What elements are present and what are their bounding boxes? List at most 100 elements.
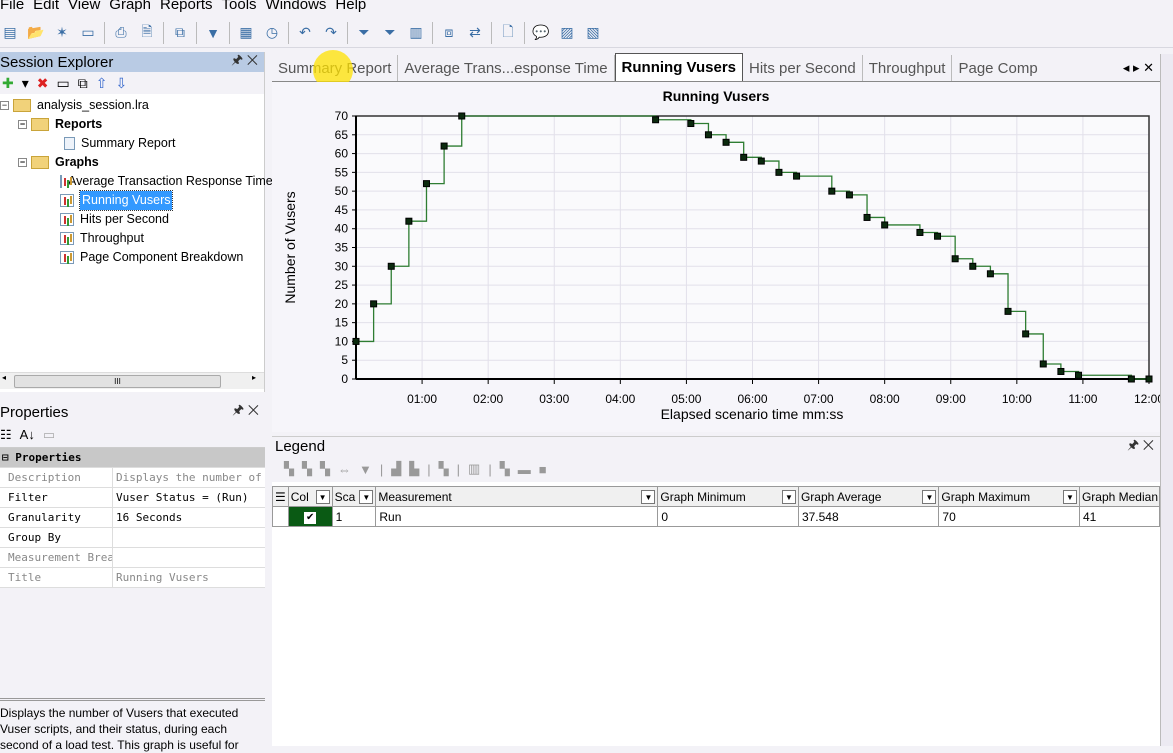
report-doc-icon: [64, 137, 75, 150]
time-icon[interactable]: ◷: [262, 23, 282, 43]
export-icon[interactable]: 🗎: [137, 23, 157, 43]
legend-tool-icon[interactable]: ▚: [439, 461, 449, 477]
chart-icon[interactable]: ▨: [557, 23, 577, 43]
tab-page-component[interactable]: Page Comp: [952, 55, 1043, 81]
property-grid: ⊟ Properties Description Displays the num…: [0, 448, 265, 588]
add-icon[interactable]: ✚: [2, 75, 14, 92]
property-pages-icon[interactable]: ▭: [43, 427, 55, 443]
wizard-icon[interactable]: ✶: [52, 23, 72, 43]
chart-title: Running Vusers: [663, 88, 770, 104]
open-icon[interactable]: 📂: [26, 23, 46, 43]
legend-toolbar: ▚ ▚ ▚ ⇔ ▼ | ▟ ▙ | ▚ | ▥ | ▚ ▬ ■: [272, 456, 1160, 482]
move-down-icon[interactable]: ⇩: [115, 75, 127, 92]
tree-root[interactable]: − analysis_session.lra: [0, 96, 264, 115]
tab-avg-transaction[interactable]: Average Trans...esponse Time: [398, 55, 615, 81]
legend-tool-icon[interactable]: ▚: [302, 461, 312, 477]
col-header-graph-average[interactable]: Graph Average ▼: [797, 486, 940, 507]
tree-reports[interactable]: − Reports: [0, 115, 264, 134]
series-visible-checkbox[interactable]: ✔: [287, 506, 333, 527]
tree-item-running-vusers[interactable]: Running Vusers: [0, 190, 264, 211]
column-chooser-icon[interactable]: ☰: [272, 486, 289, 507]
menu-reports[interactable]: Reports: [160, 0, 222, 14]
y-tick-label: 70: [335, 109, 349, 123]
add-graph-icon[interactable]: ▦: [236, 23, 256, 43]
rename-icon[interactable]: ▭: [57, 75, 70, 92]
report-icon[interactable]: 🗋: [498, 23, 518, 43]
property-row[interactable]: Group By: [0, 528, 265, 548]
data-point: [757, 157, 765, 165]
pin-close-icons[interactable]: 🖈 ✕: [1127, 436, 1160, 458]
copy-icon[interactable]: ⧉: [170, 23, 190, 43]
tree-graphs[interactable]: − Graphs: [0, 153, 264, 172]
new-session-icon[interactable]: ▤: [0, 23, 20, 43]
clear-filter-icon[interactable]: ⏷: [380, 23, 400, 43]
horizontal-scrollbar[interactable]: ◂ III ▸: [0, 372, 264, 389]
pin-close-icons[interactable]: 🖈 ✕: [231, 51, 264, 73]
property-row[interactable]: Filter Vuser Status = (Run): [0, 488, 265, 508]
legend-tool-icon[interactable]: ▚: [500, 461, 510, 477]
chart-settings-icon[interactable]: ▧: [583, 23, 603, 43]
categorized-icon[interactable]: ☷: [0, 427, 12, 443]
menu-file[interactable]: File: [0, 0, 33, 14]
undo-icon[interactable]: ↶: [295, 23, 315, 43]
col-header-color[interactable]: Col ▼: [287, 486, 333, 507]
tab-scroll-close[interactable]: ◂ ▸ ✕: [1117, 60, 1160, 81]
menu-edit[interactable]: Edit: [33, 0, 68, 14]
tree-item-throughput[interactable]: Throughput: [0, 229, 264, 248]
y-tick-label: 50: [335, 184, 349, 198]
tree-item-avg-transaction[interactable]: Average Transaction Response Time: [0, 172, 273, 191]
legend-tool-icon[interactable]: ▚: [320, 461, 330, 477]
property-row[interactable]: Granularity 16 Seconds: [0, 508, 265, 528]
pin-close-icons[interactable]: 🖈 ✕: [232, 401, 265, 423]
graph-icon: [60, 194, 74, 207]
col-header-graph-minimum[interactable]: Graph Minimum ▼: [657, 486, 799, 507]
legend-tool-icon[interactable]: ▙: [409, 461, 419, 477]
col-header-graph-median[interactable]: Graph Median: [1078, 486, 1161, 507]
save-icon[interactable]: ▭: [78, 23, 98, 43]
property-row[interactable]: Measurement Breakdown: [0, 548, 265, 568]
right-dock-strip[interactable]: [1160, 54, 1173, 746]
menu-graph[interactable]: Graph: [109, 0, 160, 14]
menu-view[interactable]: View: [68, 0, 109, 14]
tab-running-vusers[interactable]: Running Vusers: [614, 53, 744, 81]
graph-icon: [60, 232, 74, 245]
tree-item-summary-report[interactable]: Summary Report: [0, 134, 264, 153]
redo-icon[interactable]: ↷: [321, 23, 341, 43]
legend-tool-icon[interactable]: ▬: [518, 462, 531, 477]
legend-tool-icon[interactable]: ▥: [468, 461, 480, 477]
legend-tool-icon[interactable]: ▼: [359, 462, 372, 477]
menu-help[interactable]: Help: [335, 0, 375, 14]
legend-tool-icon[interactable]: ▚: [284, 461, 294, 477]
y-tick-label: 20: [335, 297, 349, 311]
data-point: [916, 228, 924, 236]
tab-hits-per-second[interactable]: Hits per Second: [743, 55, 863, 81]
set-filter-icon[interactable]: ⏷: [354, 23, 374, 43]
property-row[interactable]: Title Running Vusers: [0, 568, 265, 588]
legend-tool-icon[interactable]: ⇔: [338, 462, 351, 477]
dropdown-icon[interactable]: ▾: [22, 75, 29, 92]
col-header-scale[interactable]: Sca ▼: [331, 486, 377, 507]
property-section[interactable]: ⊟ Properties: [0, 448, 265, 468]
duplicate-icon[interactable]: ⧉: [78, 75, 88, 92]
col-header-graph-maximum[interactable]: Graph Maximum ▼: [938, 486, 1080, 507]
move-up-icon[interactable]: ⇧: [96, 75, 108, 92]
menu-tools[interactable]: Tools: [222, 0, 266, 14]
tree-item-hits-per-second[interactable]: Hits per Second: [0, 210, 264, 229]
comment-icon[interactable]: 💬: [531, 23, 551, 43]
property-row[interactable]: DescriptionDisplays the number of Vusers: [0, 468, 265, 488]
col-header-measurement[interactable]: Measurement ▼: [375, 486, 659, 507]
tree-item-page-component[interactable]: Page Component Breakdown: [0, 248, 264, 267]
swap-icon[interactable]: ⇄: [465, 23, 485, 43]
menu-windows[interactable]: Windows: [266, 0, 336, 14]
tab-throughput[interactable]: Throughput: [863, 55, 953, 81]
sort-az-icon[interactable]: A↓: [20, 427, 35, 442]
data-point: [793, 172, 801, 180]
legend-row[interactable]: ✔ 1 Run 0 37.548 70 41: [272, 506, 1161, 527]
print-icon[interactable]: ⎙: [111, 23, 131, 43]
legend-tool-icon[interactable]: ■: [539, 462, 547, 477]
delete-icon[interactable]: ✖: [37, 75, 49, 92]
legend-tool-icon[interactable]: ▟: [391, 461, 401, 477]
filter-icon[interactable]: ▼: [203, 23, 223, 43]
merge-graphs-icon[interactable]: ▥: [406, 23, 426, 43]
compare-icon[interactable]: ⧈: [439, 23, 459, 43]
